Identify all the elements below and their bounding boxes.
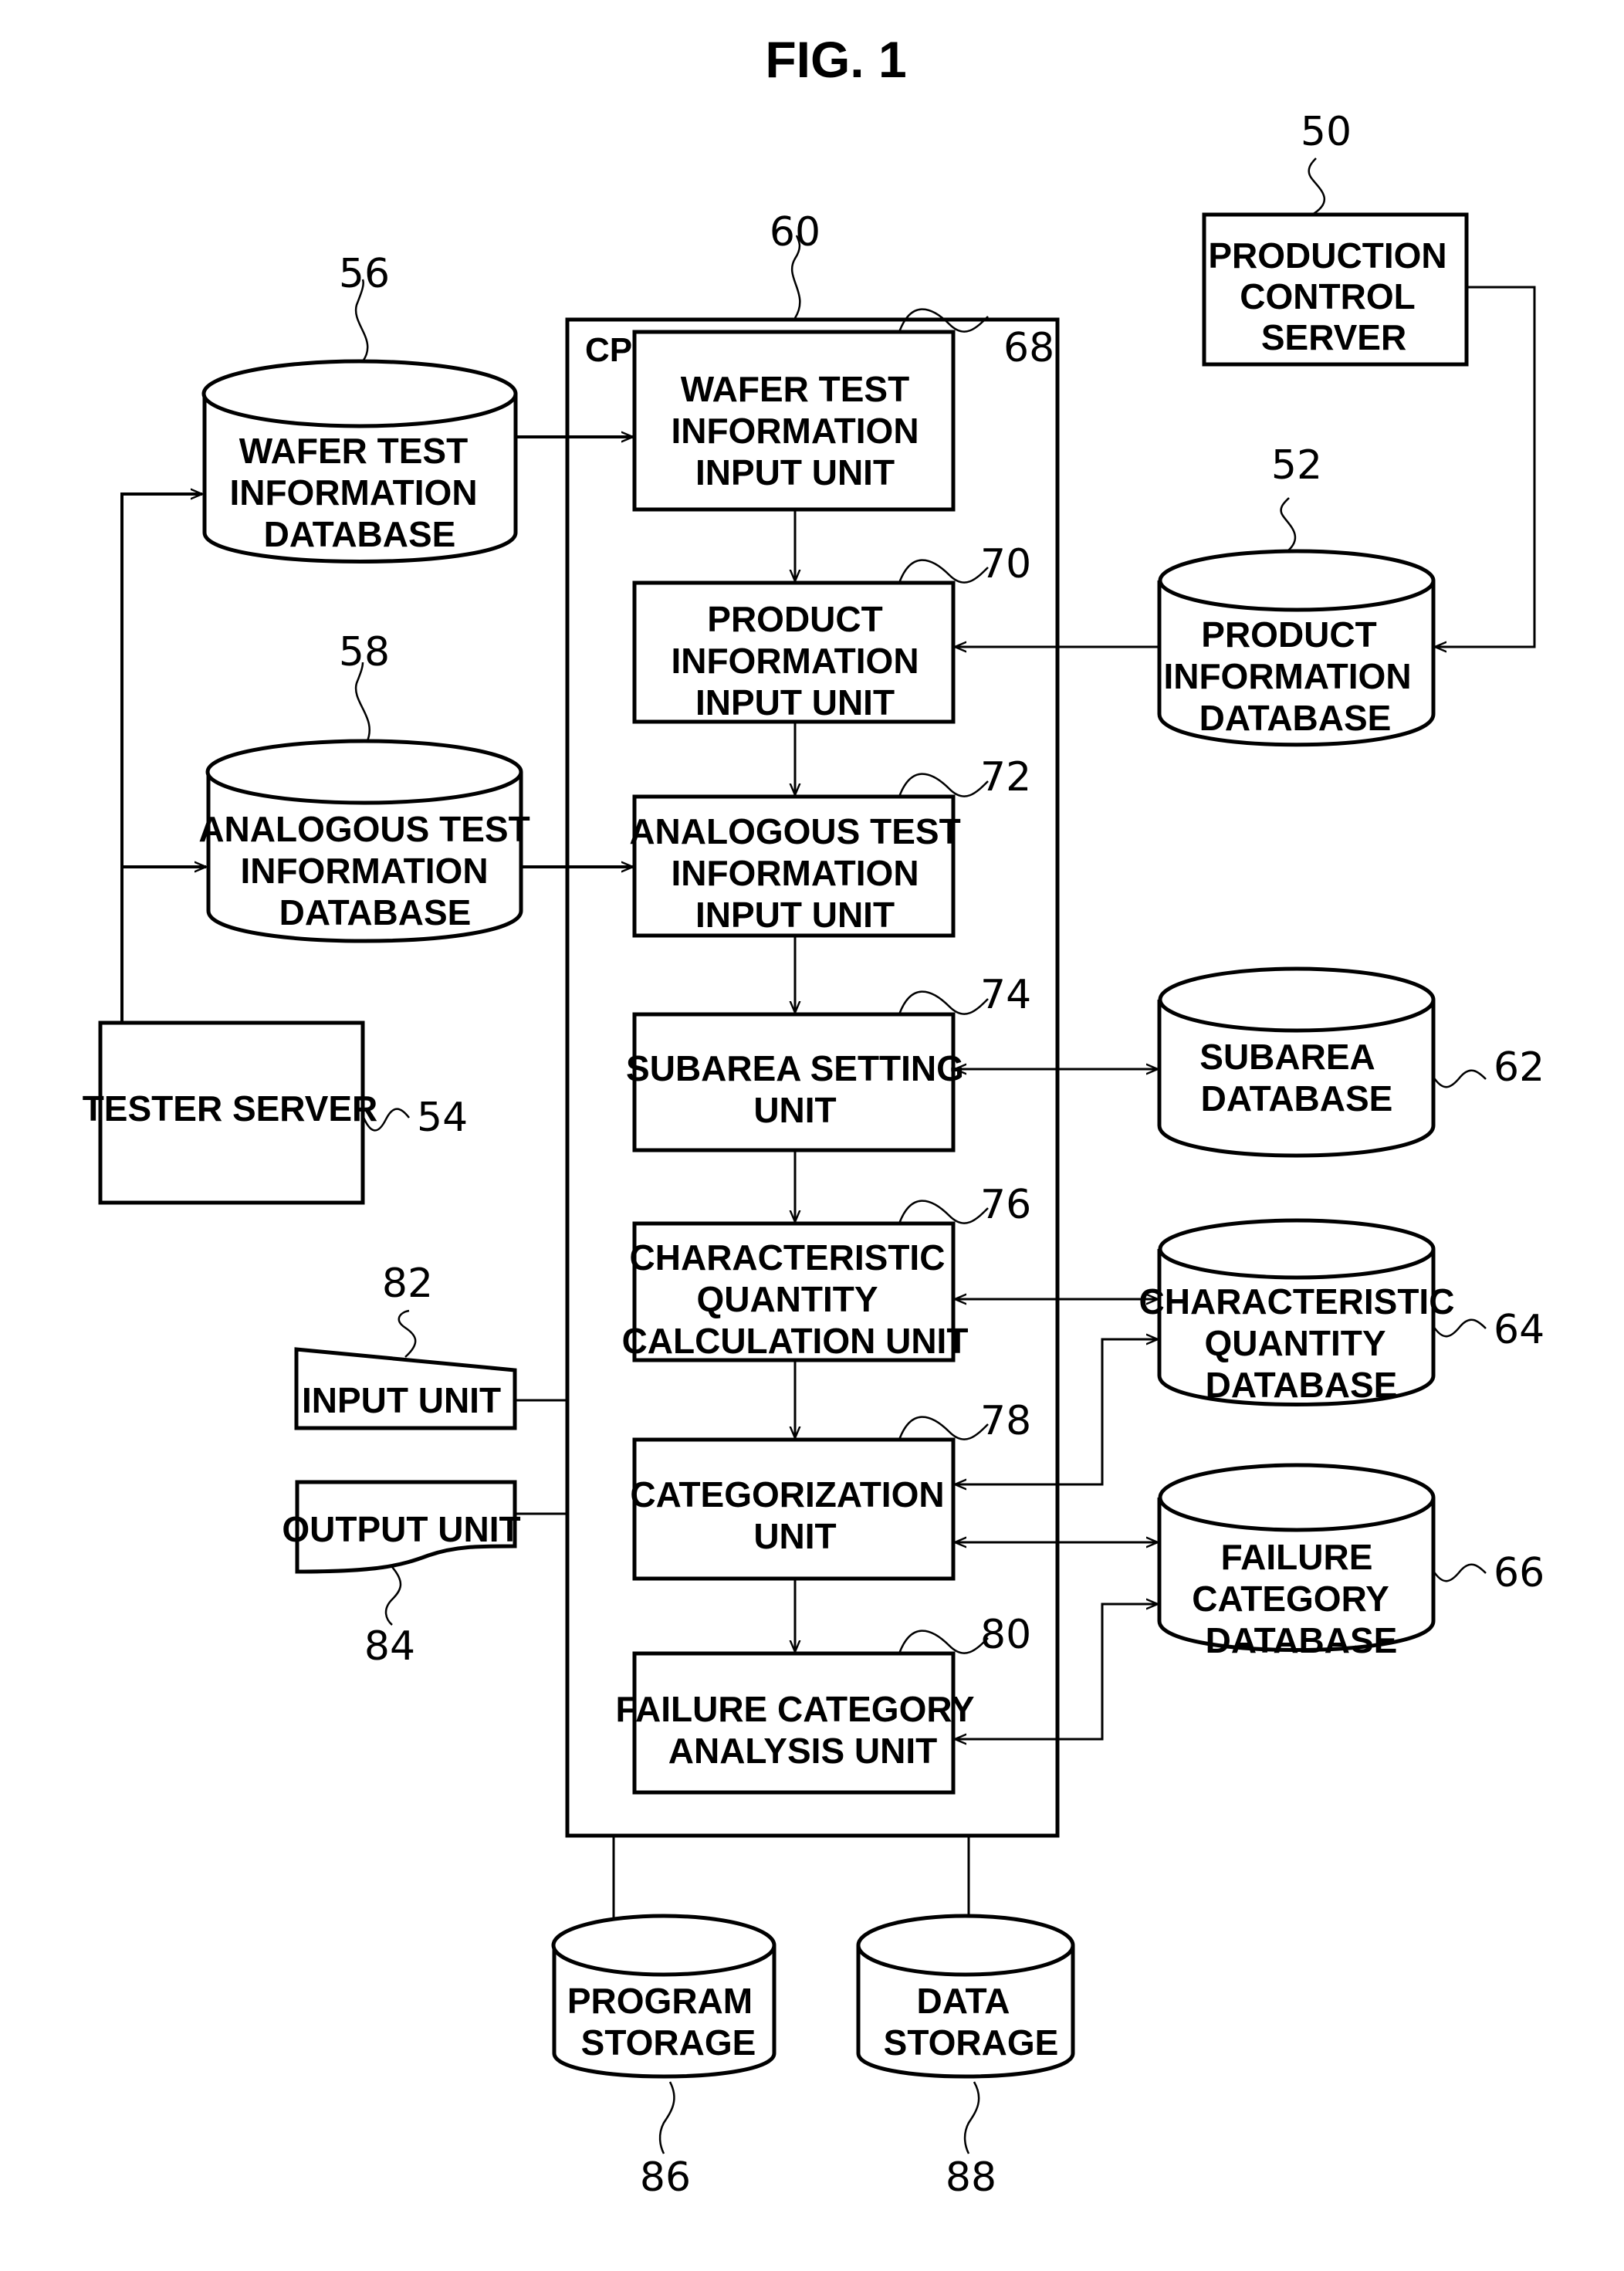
wafer-test-information-database: WAFER TEST INFORMATION DATABASE 56 (201, 251, 518, 564)
storage-ref: 88 (946, 2154, 996, 2201)
svg-text:INPUT UNIT: INPUT UNIT (695, 452, 895, 492)
svg-text:WAFER TEST: WAFER TEST (681, 369, 909, 409)
db-ref: 56 (339, 251, 390, 297)
output-unit: OUTPUT UNIT 84 (282, 1480, 521, 1670)
data-storage: DATA STORAGE 88 (856, 1836, 1075, 2201)
svg-text:DATA: DATA (917, 1981, 1010, 2021)
svg-text:ANALYSIS UNIT: ANALYSIS UNIT (668, 1731, 937, 1771)
svg-text:INPUT UNIT: INPUT UNIT (695, 895, 895, 935)
svg-text:QUANTITY: QUANTITY (696, 1279, 878, 1319)
db-ref: 66 (1494, 1550, 1544, 1596)
svg-text:DATABASE: DATABASE (1206, 1620, 1398, 1660)
io-ref: 84 (364, 1623, 415, 1670)
svg-text:INPUT UNIT: INPUT UNIT (302, 1380, 501, 1420)
svg-text:PRODUCT: PRODUCT (707, 599, 882, 639)
svg-text:TESTER SERVER: TESTER SERVER (83, 1088, 378, 1129)
production-control-server: PRODUCTION CONTROL SERVER 50 (1202, 109, 1469, 367)
svg-text:CHARACTERISTIC: CHARACTERISTIC (1139, 1281, 1455, 1322)
svg-text:CATEGORY: CATEGORY (1192, 1579, 1389, 1619)
ref-leader (1432, 1069, 1487, 1088)
analogous-test-information-database: ANALOGOUS TEST INFORMATION DATABASE 58 (198, 629, 530, 943)
svg-text:SUBAREA SETTING: SUBAREA SETTING (626, 1048, 964, 1088)
program-storage: PROGRAM STORAGE 86 (551, 1836, 776, 2201)
svg-text:STORAGE: STORAGE (581, 2022, 756, 2063)
svg-text:DATABASE: DATABASE (1206, 1365, 1398, 1405)
svg-text:DATABASE: DATABASE (264, 514, 456, 554)
unit-ref: 78 (980, 1398, 1031, 1444)
unit-ref: 72 (980, 754, 1031, 800)
ref-leader (1432, 1563, 1487, 1582)
svg-text:DATABASE: DATABASE (279, 892, 472, 932)
svg-text:INFORMATION: INFORMATION (671, 853, 919, 893)
svg-text:CALCULATION UNIT: CALCULATION UNIT (622, 1321, 969, 1361)
ref-leader (658, 2081, 675, 2154)
svg-text:ANALOGOUS TEST: ANALOGOUS TEST (198, 809, 529, 849)
ref-leader (1280, 497, 1297, 552)
svg-text:QUANTITY: QUANTITY (1204, 1323, 1385, 1363)
svg-text:FAILURE CATEGORY: FAILURE CATEGORY (615, 1689, 974, 1729)
ref-leader (384, 1566, 402, 1626)
db-ref: 52 (1271, 442, 1322, 489)
svg-text:PRODUCT: PRODUCT (1201, 614, 1376, 655)
svg-text:INPUT UNIT: INPUT UNIT (695, 682, 895, 723)
subarea-database: SUBAREA DATABASE 62 (1157, 966, 1544, 1158)
unit-ref: 74 (980, 972, 1031, 1018)
svg-text:FAILURE: FAILURE (1221, 1537, 1373, 1577)
unit-ref: 76 (980, 1182, 1031, 1228)
tester-server: TESTER SERVER 54 (83, 1020, 468, 1205)
server-ref: 50 (1301, 109, 1352, 155)
server-ref: 54 (417, 1095, 468, 1141)
svg-text:CATEGORIZATION: CATEGORIZATION (630, 1474, 944, 1515)
block-diagram: FIG. 1 CPU 60 WAFER TEST INFORMATION INP… (83, 31, 1544, 2201)
svg-text:WAFER TEST: WAFER TEST (239, 431, 468, 471)
svg-text:ANALOGOUS TEST: ANALOGOUS TEST (629, 811, 960, 851)
product-information-database: PRODUCT INFORMATION DATABASE 52 (1157, 442, 1436, 747)
io-ref: 82 (382, 1261, 433, 1307)
svg-text:OUTPUT UNIT: OUTPUT UNIT (282, 1509, 520, 1549)
db-ref: 62 (1494, 1044, 1544, 1091)
db-ref: 58 (339, 629, 390, 675)
svg-text:CHARACTERISTIC: CHARACTERISTIC (630, 1237, 946, 1278)
figure-title: FIG. 1 (765, 31, 906, 88)
svg-text:SERVER: SERVER (1261, 317, 1406, 357)
unit-ref: 70 (980, 541, 1031, 587)
svg-text:UNIT: UNIT (753, 1516, 836, 1556)
svg-text:PROGRAM: PROGRAM (567, 1981, 753, 2021)
svg-text:INFORMATION: INFORMATION (671, 641, 919, 681)
cpu-ref: 60 (770, 209, 820, 256)
storage-ref: 86 (640, 2154, 691, 2201)
svg-text:INFORMATION: INFORMATION (671, 411, 919, 451)
unit-ref: 80 (980, 1612, 1031, 1658)
ref-leader (398, 1309, 417, 1358)
input-unit: INPUT UNIT 82 (294, 1261, 517, 1430)
ref-leader (963, 2081, 980, 2154)
svg-text:DATABASE: DATABASE (1199, 698, 1392, 738)
svg-text:INFORMATION: INFORMATION (1163, 656, 1411, 696)
svg-text:INFORMATION: INFORMATION (229, 472, 477, 513)
svg-text:DATABASE: DATABASE (1201, 1078, 1393, 1119)
tester-connections (120, 494, 206, 1023)
svg-text:STORAGE: STORAGE (884, 2022, 1059, 2063)
unit-ref: 68 (1003, 325, 1054, 371)
svg-text:SUBAREA: SUBAREA (1199, 1037, 1375, 1077)
svg-text:CONTROL: CONTROL (1240, 276, 1415, 316)
ref-leader (1432, 1318, 1487, 1338)
svg-text:UNIT: UNIT (753, 1090, 836, 1130)
svg-text:INFORMATION: INFORMATION (240, 851, 488, 891)
characteristic-quantity-database: CHARACTERISTIC QUANTITY DATABASE 64 (1139, 1218, 1544, 1406)
svg-text:PRODUCTION: PRODUCTION (1208, 235, 1446, 276)
db-ref: 64 (1494, 1307, 1544, 1353)
failure-category-database: FAILURE CATEGORY DATABASE 66 (1157, 1463, 1544, 1660)
ref-leader (1308, 157, 1325, 216)
